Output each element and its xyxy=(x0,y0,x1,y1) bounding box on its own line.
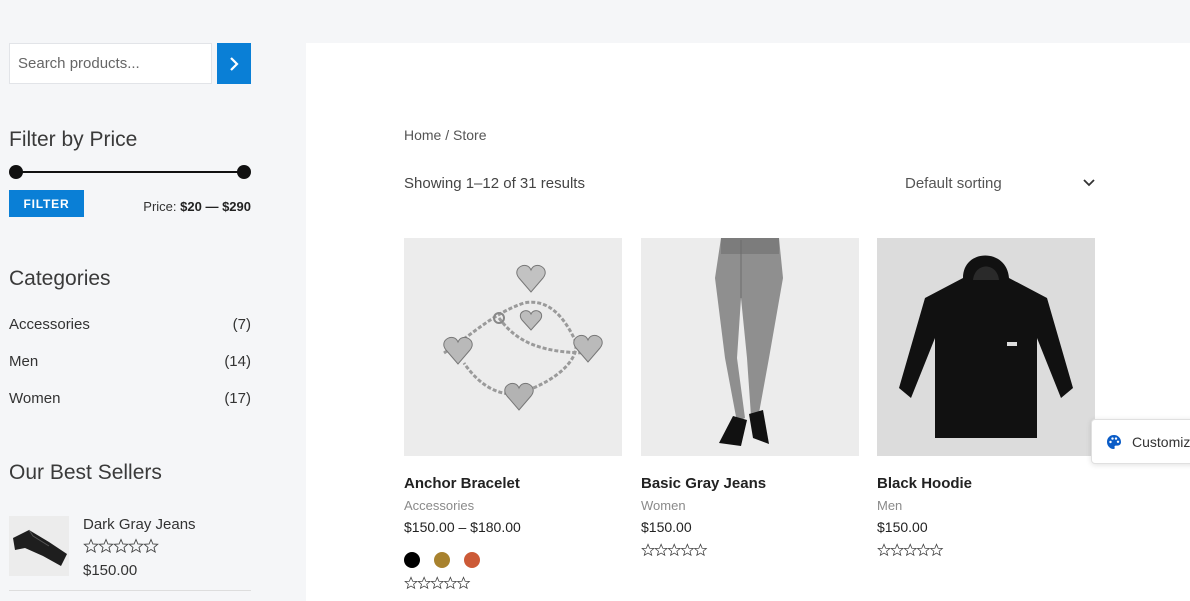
product-name[interactable]: Basic Gray Jeans xyxy=(641,475,859,492)
search-input[interactable] xyxy=(9,43,212,84)
filter-by-price-title: Filter by Price xyxy=(9,128,138,151)
category-list: Accessories (7) Men (14) Women (17) xyxy=(9,316,251,427)
bracelet-image xyxy=(404,238,622,456)
breadcrumb-separator: / xyxy=(441,127,454,143)
product-name[interactable]: Black Hoodie xyxy=(877,475,1095,492)
star-rating-icon xyxy=(641,543,708,557)
chevron-down-icon xyxy=(1083,179,1095,187)
category-item: Men (14) xyxy=(9,353,251,390)
star-rating-icon xyxy=(877,543,944,557)
star-rating-icon xyxy=(83,538,159,553)
price-slider-min-handle[interactable] xyxy=(9,165,23,179)
sorting-selected-value: Default sorting xyxy=(905,174,1002,192)
customize-button[interactable]: Customize xyxy=(1091,419,1190,464)
category-item: Accessories (7) xyxy=(9,316,251,353)
price-slider-max-handle[interactable] xyxy=(237,165,251,179)
product-category[interactable]: Accessories xyxy=(404,498,622,513)
price-range-prefix: Price: xyxy=(143,199,177,214)
product-card: Anchor Bracelet Accessories $150.00 – $1… xyxy=(404,238,622,590)
best-seller-name[interactable]: Dark Gray Jeans xyxy=(83,516,196,533)
category-link-women[interactable]: Women xyxy=(9,390,60,427)
product-card: Black Hoodie Men $150.00 xyxy=(877,238,1095,557)
product-card: Basic Gray Jeans Women $150.00 xyxy=(641,238,859,557)
search-submit-button[interactable] xyxy=(217,43,251,84)
best-seller-thumbnail[interactable] xyxy=(9,516,69,576)
price-range-value: $20 — $290 xyxy=(180,199,251,214)
category-item: Women (17) xyxy=(9,390,251,427)
category-count: (14) xyxy=(224,353,251,370)
price-slider-track xyxy=(16,171,244,173)
sidebar: Filter by Price FILTER Price: $20 — $290… xyxy=(9,0,251,601)
swatch-orange[interactable] xyxy=(464,552,480,568)
result-count: Showing 1–12 of 31 results xyxy=(404,175,585,192)
price-slider[interactable] xyxy=(9,164,251,180)
product-category[interactable]: Women xyxy=(641,498,859,513)
category-count: (17) xyxy=(224,390,251,407)
star-rating-icon xyxy=(404,576,471,590)
best-seller-price: $150.00 xyxy=(83,562,138,579)
chevron-right-icon xyxy=(230,56,239,71)
color-swatches xyxy=(404,552,622,568)
breadcrumb-home-link[interactable]: Home xyxy=(404,127,441,143)
product-image[interactable] xyxy=(404,238,622,456)
product-image[interactable] xyxy=(877,238,1095,456)
product-price: $150.00 – $180.00 xyxy=(404,519,521,535)
shop-main: Home / Store Showing 1–12 of 31 results … xyxy=(306,43,1190,601)
hoodie-image xyxy=(877,238,1095,456)
breadcrumb: Home / Store xyxy=(404,127,487,143)
swatch-brown[interactable] xyxy=(434,552,450,568)
categories-title: Categories xyxy=(9,267,111,290)
sorting-select[interactable]: Default sorting xyxy=(905,169,1095,197)
jeans-thumbnail-image xyxy=(9,516,69,576)
customize-label: Customize xyxy=(1132,433,1190,450)
price-range-label: Price: $20 — $290 xyxy=(143,199,251,214)
breadcrumb-current: Store xyxy=(453,127,487,143)
filter-button[interactable]: FILTER xyxy=(9,190,84,217)
jeans-image xyxy=(641,238,859,456)
product-category[interactable]: Men xyxy=(877,498,1095,513)
category-link-accessories[interactable]: Accessories xyxy=(9,316,90,353)
swatch-black[interactable] xyxy=(404,552,420,568)
category-count: (7) xyxy=(232,316,251,333)
product-price: $150.00 xyxy=(641,519,692,535)
product-name[interactable]: Anchor Bracelet xyxy=(404,475,622,492)
category-link-men[interactable]: Men xyxy=(9,353,38,390)
best-seller-item: Dark Gray Jeans $150.00 xyxy=(9,516,251,591)
palette-icon xyxy=(1107,434,1121,449)
product-price: $150.00 xyxy=(877,519,928,535)
best-sellers-title: Our Best Sellers xyxy=(9,461,162,484)
product-search-form xyxy=(9,43,251,84)
product-image[interactable] xyxy=(641,238,859,456)
